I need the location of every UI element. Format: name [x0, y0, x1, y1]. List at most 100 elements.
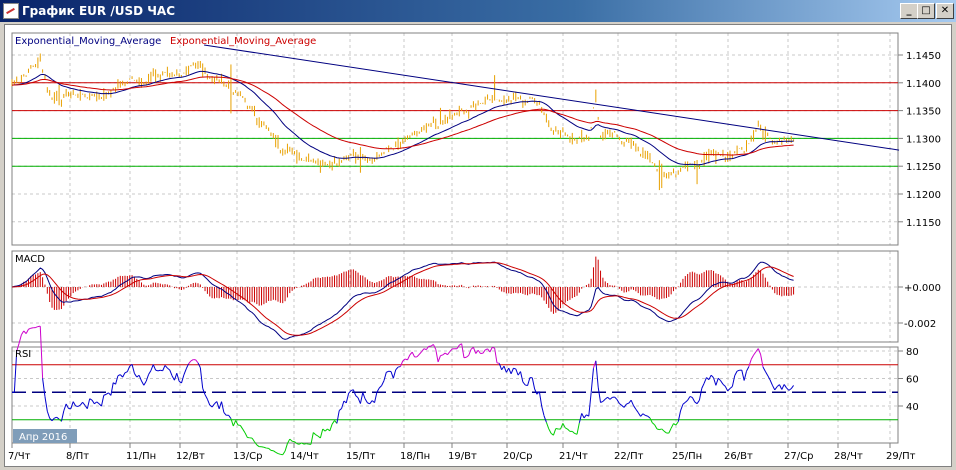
- rsi-segment: [150, 364, 154, 371]
- rsi-segment: [578, 413, 583, 423]
- rsi-tick-label: 80: [906, 347, 919, 358]
- rsi-segment: [28, 327, 32, 330]
- rsi-segment: [522, 381, 526, 386]
- rsi-segment: [447, 351, 451, 355]
- rsi-segment: [341, 400, 345, 409]
- rsi-segment: [437, 355, 441, 363]
- rsi-segment: [244, 432, 248, 438]
- rsi-segment: [206, 398, 211, 406]
- rsi-segment: [724, 386, 729, 392]
- rsi-segment: [399, 360, 404, 367]
- rsi-segment: [513, 367, 516, 370]
- rsi-segment: [543, 415, 547, 423]
- rsi-segment: [404, 358, 408, 361]
- rsi-segment: [329, 423, 333, 432]
- macd-tick-label: -0.002: [904, 319, 936, 330]
- rsi-segment: [753, 351, 757, 356]
- rsi-segment: [96, 401, 100, 405]
- rsi-segment: [654, 424, 658, 430]
- rsi-segment: [383, 372, 387, 381]
- rsi-segment: [338, 408, 342, 411]
- x-tick-label: 7/Чт: [8, 451, 31, 462]
- rsi-segment: [696, 399, 700, 404]
- x-tick-label: 20/Ср: [503, 451, 532, 462]
- rsi-segment: [381, 380, 385, 386]
- rsi-segment: [324, 428, 328, 432]
- rsi-segment: [531, 377, 536, 390]
- rsi-segment: [501, 365, 505, 371]
- rsi-segment: [282, 450, 286, 456]
- rsi-segment: [169, 369, 173, 377]
- rsi-segment: [374, 392, 378, 403]
- rsi-segment: [673, 423, 677, 426]
- rsi-segment: [72, 401, 76, 407]
- rsi-segment: [642, 413, 646, 416]
- rsi-segment: [442, 352, 446, 356]
- rsi-segment: [122, 372, 126, 378]
- trend-line: [204, 44, 900, 151]
- rsi-tick-label: 40: [906, 402, 919, 413]
- rsi-segment: [661, 428, 665, 432]
- rsi-segment: [25, 329, 29, 334]
- rsi-segment: [691, 397, 696, 403]
- rsi-segment: [79, 401, 84, 406]
- rsi-tick-label: 60: [906, 375, 919, 386]
- rsi-segment: [416, 354, 420, 358]
- rsi-segment: [555, 428, 559, 430]
- rsi-segment: [110, 382, 114, 396]
- rsi-segment: [188, 360, 192, 365]
- rsi-segment: [124, 371, 128, 374]
- rsi-segment: [790, 385, 794, 389]
- rsi-segment: [216, 401, 220, 409]
- rsi-segment: [484, 348, 488, 351]
- rsi-segment: [100, 395, 105, 407]
- rsi-segment: [167, 367, 171, 371]
- rsi-segment: [472, 347, 477, 354]
- rsi-segment: [675, 421, 679, 426]
- rsi-segment: [614, 396, 618, 400]
- rsi-segment: [609, 396, 613, 400]
- rsi-segment: [510, 368, 514, 375]
- rsi-segment: [567, 428, 571, 432]
- rsi-segment: [619, 403, 623, 406]
- rsi-segment: [357, 397, 361, 404]
- rsi-segment: [496, 362, 500, 364]
- rsi-segment: [630, 399, 634, 406]
- rsi-segment: [312, 432, 317, 436]
- rsi-segment: [764, 371, 769, 376]
- rsi-segment: [395, 366, 399, 371]
- rsi-segment: [54, 416, 57, 419]
- rsi-segment: [42, 378, 46, 397]
- legend-ema-fast: Exponential_Moving_Average: [15, 36, 161, 47]
- rsi-segment: [218, 401, 222, 409]
- rsi-segment: [277, 453, 281, 455]
- rsi-segment: [228, 414, 232, 419]
- rsi-segment: [204, 394, 208, 400]
- rsi-segment: [748, 359, 752, 367]
- rsi-segment: [722, 383, 726, 387]
- legend-ema-slow: Exponential_Moving_Average: [170, 36, 316, 47]
- rsi-segment: [211, 403, 215, 408]
- price-tick-label: 1.1200: [906, 190, 941, 201]
- x-tick-label: 27/Ср: [784, 451, 813, 462]
- rsi-segment: [359, 392, 364, 404]
- rsi-segment: [20, 330, 25, 335]
- rsi-segment: [701, 383, 705, 389]
- rsi-segment: [133, 373, 138, 378]
- rsi-segment: [440, 354, 443, 357]
- rsi-segment: [105, 392, 109, 395]
- rsi-segment: [779, 384, 783, 390]
- chart-canvas[interactable]: Exponential_Moving_Average Exponential_M…: [0, 0, 956, 470]
- rsi-segment: [645, 414, 648, 417]
- rsi-segment: [698, 388, 703, 401]
- rsi-title: RSI: [15, 349, 31, 360]
- rsi-segment: [750, 354, 755, 360]
- rsi-segment: [548, 428, 552, 434]
- rsi-segment: [489, 347, 493, 353]
- rsi-segment: [289, 438, 293, 442]
- rsi-segment: [505, 367, 510, 373]
- rsi-segment: [39, 326, 44, 379]
- x-tick-label: 14/Чт: [290, 451, 319, 462]
- x-tick-label: 13/Ср: [233, 451, 262, 462]
- rsi-segment: [762, 366, 766, 372]
